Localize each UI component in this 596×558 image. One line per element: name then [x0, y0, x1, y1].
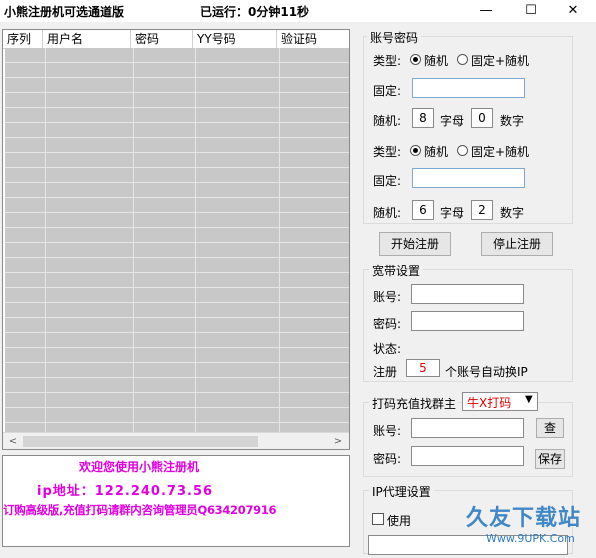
register-count-input[interactable]: 5 — [406, 359, 440, 377]
welcome-line: 欢迎您使用小熊注册机 — [79, 460, 200, 474]
captcha-service-select[interactable]: 牛X打码 ▼ — [462, 392, 538, 411]
broadband-password-label: 密码: — [373, 317, 402, 331]
fixed-random-radio[interactable] — [457, 54, 468, 65]
fixed-label: 固定: — [373, 84, 402, 98]
switch-ip-label: 个账号自动换IP — [445, 365, 528, 379]
column-divider — [195, 48, 196, 432]
random-radio[interactable] — [410, 54, 421, 65]
chevron-down-icon: ▼ — [525, 394, 533, 405]
radio-label: 随机 — [424, 145, 449, 159]
app-title: 小熊注册机可选通道版 — [4, 5, 125, 19]
scroll-left-icon[interactable]: < — [6, 435, 20, 448]
column-divider — [279, 48, 280, 432]
random-label: 随机: — [373, 114, 402, 128]
random-radio[interactable] — [410, 145, 421, 156]
radio-label: 随机 — [424, 54, 449, 68]
scroll-right-icon[interactable]: > — [331, 435, 345, 448]
group-title: IP代理设置 — [369, 483, 434, 500]
column-header-yy-number[interactable]: YY号码 — [193, 30, 277, 48]
column-header-password[interactable]: 密码 — [131, 30, 193, 48]
save-button[interactable]: 保存 — [535, 449, 565, 469]
captcha-account-label: 账号: — [373, 424, 402, 438]
account-table[interactable]: 序列 用户名 密码 YY号码 验证码 < > — [2, 29, 350, 450]
letters-label: 字母 — [440, 206, 465, 220]
watermark-url: Www.9UPK.Com — [486, 532, 575, 545]
watermark-brand: 久友下载站 — [466, 506, 582, 531]
use-proxy-label: 使用 — [387, 514, 412, 528]
ip-address-line: ip地址：122.240.73.56 — [37, 484, 214, 499]
uptime-status: 已运行：0分钟11秒 — [200, 5, 310, 19]
broadband-password-input[interactable] — [411, 311, 524, 331]
start-register-button[interactable]: 开始注册 — [379, 232, 451, 256]
username-letters-input[interactable]: 8 — [412, 108, 434, 128]
close-icon[interactable]: ✕ — [553, 0, 593, 20]
group-title: 账号密码 — [367, 29, 422, 46]
register-label: 注册 — [373, 365, 398, 379]
group-title: 打码充值找群主 — [369, 395, 460, 412]
type-label: 类型: — [373, 145, 402, 159]
column-header-index[interactable]: 序列 — [3, 30, 43, 48]
digits-label: 数字 — [500, 206, 525, 220]
select-value: 牛X打码 — [467, 396, 512, 410]
column-divider — [45, 48, 46, 432]
broadband-account-input[interactable] — [411, 284, 524, 304]
username-digits-input[interactable]: 0 — [471, 108, 493, 128]
column-header-captcha[interactable]: 验证码 — [277, 30, 349, 48]
status-label: 状态: — [373, 342, 402, 356]
captcha-password-input[interactable] — [411, 446, 524, 466]
type-label: 类型: — [373, 54, 402, 68]
radio-label: 固定+随机 — [471, 145, 530, 159]
fixed-random-radio[interactable] — [457, 145, 468, 156]
welcome-panel: 欢迎您使用小熊注册机 ip地址：122.240.73.56 订购高级版,充值打码… — [2, 455, 350, 547]
table-header: 序列 用户名 密码 YY号码 验证码 — [3, 30, 349, 49]
column-divider — [133, 48, 134, 432]
query-button[interactable]: 查 — [536, 418, 564, 438]
password-digits-input[interactable]: 2 — [471, 200, 493, 220]
captcha-account-input[interactable] — [411, 418, 524, 438]
table-rows[interactable] — [5, 48, 349, 432]
captcha-password-label: 密码: — [373, 452, 402, 466]
password-letters-input[interactable]: 6 — [412, 200, 434, 220]
scroll-thumb[interactable] — [23, 436, 258, 447]
minimize-icon[interactable]: — — [466, 0, 506, 20]
random-label: 随机: — [373, 206, 402, 220]
digits-label: 数字 — [500, 114, 525, 128]
radio-label: 固定+随机 — [471, 54, 530, 68]
group-title: 宽带设置 — [369, 262, 424, 279]
broadband-account-label: 账号: — [373, 290, 402, 304]
letters-label: 字母 — [440, 114, 465, 128]
maximize-icon[interactable]: ☐ — [511, 0, 551, 20]
fixed-label: 固定: — [373, 174, 402, 188]
password-fixed-input[interactable] — [412, 168, 525, 188]
username-fixed-input[interactable] — [412, 78, 525, 98]
horizontal-scrollbar[interactable]: < > — [3, 432, 349, 449]
column-header-username[interactable]: 用户名 — [43, 30, 131, 48]
stop-register-button[interactable]: 停止注册 — [481, 232, 553, 256]
purchase-info-line: 订购高级版,充值打码请群内咨询管理员Q634207916 — [3, 503, 277, 517]
use-proxy-checkbox[interactable] — [372, 513, 384, 525]
